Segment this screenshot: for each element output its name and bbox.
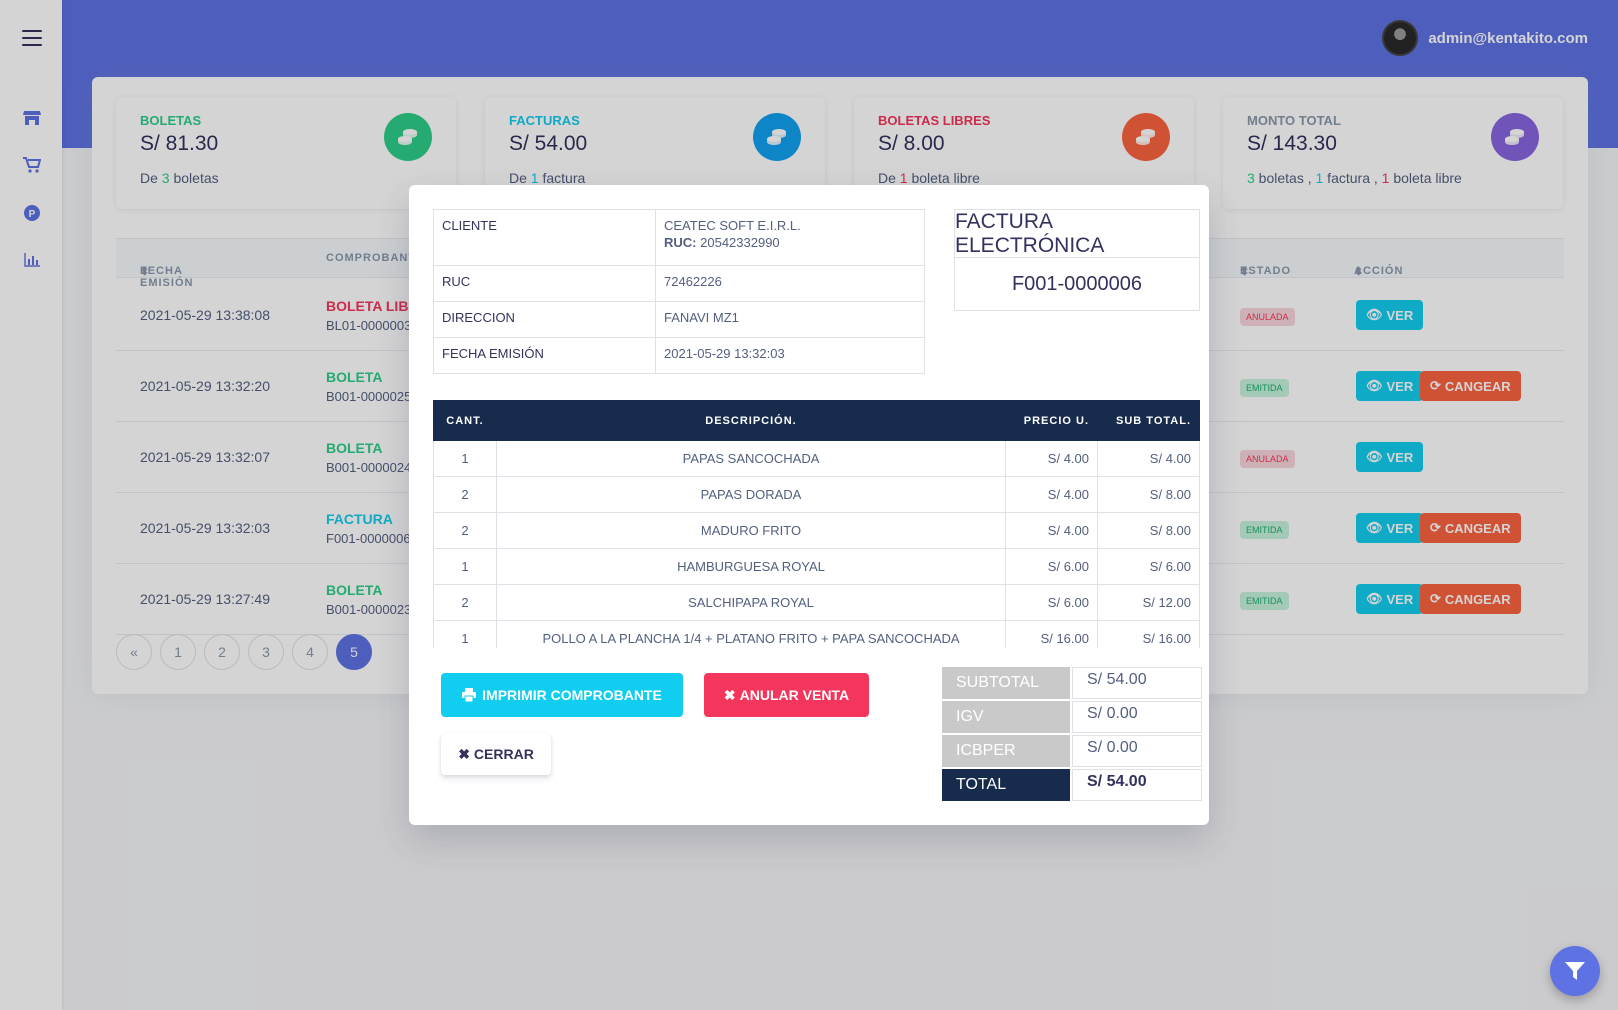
subtotal-value: S/ 54.00 [1072,667,1202,699]
item-cant: 2 [433,512,497,549]
item-subtotal: S/ 16.00 [1097,620,1200,648]
item-unit-price: S/ 4.00 [1005,512,1098,549]
printer-icon [462,688,477,702]
close-button[interactable]: ✖ CERRAR [441,733,551,775]
filter-button[interactable] [1550,946,1600,996]
item-subtotal: S/ 6.00 [1097,548,1200,585]
totals-table: SUBTOTAL S/ 54.00 IGV S/ 0.00 ICBPER S/ 0.0… [940,665,1204,803]
igv-value: S/ 0.00 [1072,701,1202,733]
subtotal-label: SUBTOTAL [942,667,1070,699]
item-unit-price: S/ 4.00 [1005,440,1098,477]
close-icon: ✖ [723,686,736,703]
ruc-label: RUC [433,265,656,302]
print-button[interactable]: IMPRIMIR COMPROBANTE [441,673,683,717]
item-cant: 1 [433,548,497,585]
client-info-table: CLIENTE CEATEC SOFT E.I.R.L. RUC: 205423… [433,209,925,374]
items-header-cant: CANT. [433,400,497,441]
cancel-sale-button[interactable]: ✖ ANULAR VENTA [704,673,869,717]
item-subtotal: S/ 8.00 [1097,512,1200,549]
item-cant: 2 [433,476,497,513]
item-row: 1 POLLO A LA PLANCHA 1/4 + PLATANO FRITO… [433,620,1200,648]
item-cant: 2 [433,584,497,621]
fecha-label: FECHA EMISIÓN [433,337,656,374]
item-row: 2 SALCHIPAPA ROYAL S/ 6.00 S/ 12.00 [433,584,1200,621]
item-row: 2 PAPAS DORADA S/ 4.00 S/ 8.00 [433,476,1200,513]
item-desc: PAPAS SANCOCHADA [496,440,1006,477]
invoice-id-box: FACTURA ELECTRÓNICA F001-0000006 [954,209,1200,311]
ruc-inline-value: 20542332990 [700,235,780,250]
icbper-label: ICBPER [942,735,1070,767]
item-desc: PAPAS DORADA [496,476,1006,513]
items-header-pu: PRECIO U. [1005,400,1098,441]
item-row: 2 MADURO FRITO S/ 4.00 S/ 8.00 [433,512,1200,549]
item-unit-price: S/ 4.00 [1005,476,1098,513]
icbper-value: S/ 0.00 [1072,735,1202,767]
item-subtotal: S/ 8.00 [1097,476,1200,513]
print-button-label: IMPRIMIR COMPROBANTE [482,687,662,703]
invoice-title: FACTURA ELECTRÓNICA [955,210,1199,258]
total-value: S/ 54.00 [1072,769,1202,801]
cancel-sale-label: ANULAR VENTA [739,687,850,703]
filter-icon [1565,962,1585,980]
close-button-label: CERRAR [473,746,534,762]
item-subtotal: S/ 12.00 [1097,584,1200,621]
ruc-inline-label: RUC: [664,235,697,250]
direccion-label: DIRECCION [433,301,656,338]
close-icon: ✖ [458,745,470,762]
cliente-label: CLIENTE [433,209,656,266]
ruc-value: 72462226 [655,265,925,302]
item-unit-price: S/ 6.00 [1005,584,1098,621]
total-label: TOTAL [942,769,1070,801]
item-desc: POLLO A LA PLANCHA 1/4 + PLATANO FRITO +… [496,620,1006,648]
invoice-modal: CLIENTE CEATEC SOFT E.I.R.L. RUC: 205423… [409,185,1209,825]
items-scroll-area[interactable]: CANT. DESCRIPCIÓN. PRECIO U. SUB TOTAL. … [433,400,1200,648]
cliente-name: CEATEC SOFT E.I.R.L. [664,218,801,233]
items-header-st: SUB TOTAL. [1097,400,1200,441]
invoice-number: F001-0000006 [1011,272,1143,295]
item-row: 1 HAMBURGUESA ROYAL S/ 6.00 S/ 6.00 [433,548,1200,585]
direccion-value: FANAVI MZ1 [655,301,925,338]
igv-label: IGV [942,701,1070,733]
item-desc: HAMBURGUESA ROYAL [496,548,1006,585]
item-unit-price: S/ 6.00 [1005,548,1098,585]
items-table: CANT. DESCRIPCIÓN. PRECIO U. SUB TOTAL. … [433,400,1200,648]
item-desc: MADURO FRITO [496,512,1006,549]
item-desc: SALCHIPAPA ROYAL [496,584,1006,621]
item-row: 1 PAPAS SANCOCHADA S/ 4.00 S/ 4.00 [433,440,1200,477]
item-cant: 1 [433,620,497,648]
items-header-desc: DESCRIPCIÓN. [496,400,1006,441]
item-cant: 1 [433,440,497,477]
item-subtotal: S/ 4.00 [1097,440,1200,477]
item-unit-price: S/ 16.00 [1005,620,1098,648]
cliente-value: CEATEC SOFT E.I.R.L. RUC: 20542332990 [655,209,925,266]
fecha-value: 2021-05-29 13:32:03 [655,337,925,374]
